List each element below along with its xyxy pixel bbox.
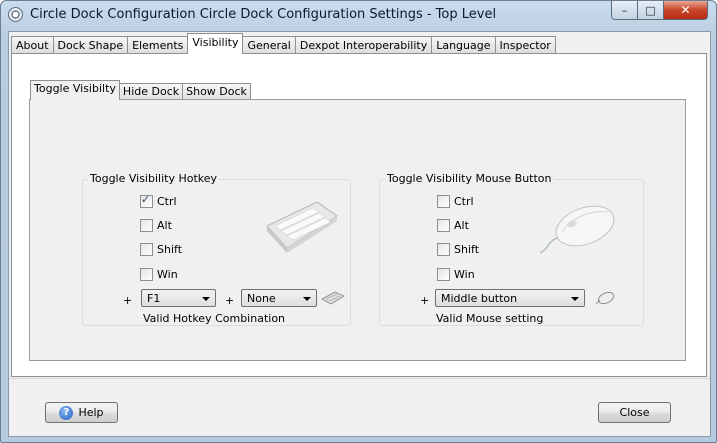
close-button-label: Close [619,406,650,419]
mouse-win-label: Win [454,268,475,281]
ctrl-label: Ctrl [157,195,177,208]
mouse-button-group: Toggle Visibility Mouse Button Ctrl Alt … [379,172,644,326]
mouse-win-checkbox[interactable] [437,268,450,281]
help-button[interactable]: ? Help [45,402,118,423]
hotkey-key2-select[interactable]: None [241,289,317,307]
hotkey-plus-2: + [225,294,235,307]
mouse-shift-checkbox-row[interactable]: Shift [437,243,479,256]
mouse-alt-checkbox[interactable] [437,219,450,232]
configuration-window: Circle Dock Configuration Circle Dock Co… [0,0,717,443]
subtab-show-dock[interactable]: Show Dock [182,83,251,100]
hotkey-group-title: Toggle Visibility Hotkey [88,172,220,185]
mouse-group-title: Toggle Visibility Mouse Button [385,172,554,185]
subtab-hide-dock[interactable]: Hide Dock [118,83,184,100]
tab-dexpot-interoperability[interactable]: Dexpot Interoperability [294,36,433,54]
minimize-button[interactable]: – [611,1,638,20]
tab-dock-shape[interactable]: Dock Shape [52,36,129,54]
chevron-down-icon [571,297,579,301]
mouse-alt-checkbox-row[interactable]: Alt [437,219,469,232]
toggle-visibility-page: Toggle Visibility Hotkey Ctrl Alt Shift [29,99,686,361]
ctrl-checkbox[interactable] [140,193,153,208]
win-checkbox-row[interactable]: Win [140,268,178,281]
tab-inspector[interactable]: Inspector [494,36,556,54]
win-checkbox[interactable] [140,268,153,281]
tab-language[interactable]: Language [431,36,496,54]
window-title: Circle Dock Configuration Circle Dock Co… [30,7,497,22]
tab-about[interactable]: About [11,36,54,54]
mouse-button-select[interactable]: Middle button [435,289,585,307]
hotkey-plus-1: + [123,294,133,307]
hotkey-key1-value: F1 [147,292,161,305]
shift-label: Shift [157,243,183,256]
circle-dock-app-icon [8,7,23,22]
hotkey-validity-status: Valid Hotkey Combination [143,312,286,325]
visibility-tab-page: Toggle Visibilty Hide Dock Show Dock Tog… [11,53,707,377]
visibility-subtabs: Toggle Visibilty Hide Dock Show Dock [30,80,251,100]
mouse-alt-label: Alt [454,219,469,232]
alt-checkbox-row[interactable]: Alt [140,219,172,232]
tab-elements[interactable]: Elements [127,36,189,54]
ctrl-checkbox-row[interactable]: Ctrl [140,193,177,208]
alt-label: Alt [157,219,172,232]
title-bar[interactable]: Circle Dock Configuration Circle Dock Co… [1,1,716,29]
small-mouse-icon [595,291,614,305]
footer-divider [9,378,710,379]
main-tabstrip: About Dock Shape Elements Visibility Gen… [11,33,556,54]
chevron-down-icon [202,297,210,301]
tab-visibility[interactable]: Visibility [187,33,244,54]
close-button[interactable]: Close [598,402,671,423]
mouse-shift-checkbox[interactable] [437,243,450,256]
mouse-validity-status: Valid Mouse setting [436,312,544,325]
hotkey-key1-select[interactable]: F1 [141,289,216,307]
help-button-label: Help [78,406,104,419]
small-keyboard-icon [321,291,345,305]
mouse-ctrl-checkbox-row[interactable]: Ctrl [437,195,474,208]
help-icon: ? [59,405,74,420]
alt-checkbox[interactable] [140,219,153,232]
maximize-button[interactable]: □ [638,1,664,20]
shift-checkbox[interactable] [140,243,153,256]
hotkey-key2-value: None [247,292,276,305]
mouse-button-value: Middle button [441,292,518,305]
keyboard-icon [266,201,338,253]
mouse-ctrl-checkbox[interactable] [437,195,450,208]
hotkey-group: Toggle Visibility Hotkey Ctrl Alt Shift [82,172,351,326]
mouse-win-checkbox-row[interactable]: Win [437,268,475,281]
chevron-down-icon [303,297,311,301]
subtab-toggle-visibility[interactable]: Toggle Visibilty [30,80,120,100]
close-window-button[interactable]: ✕ [664,1,708,20]
mouse-icon [539,205,615,254]
shift-checkbox-row[interactable]: Shift [140,243,182,256]
mouse-plus: + [420,294,430,307]
mouse-ctrl-label: Ctrl [454,195,474,208]
client-area: About Dock Shape Elements Visibility Gen… [8,31,711,437]
tab-general[interactable]: General [242,36,296,54]
win-label: Win [157,268,178,281]
mouse-shift-label: Shift [454,243,480,256]
